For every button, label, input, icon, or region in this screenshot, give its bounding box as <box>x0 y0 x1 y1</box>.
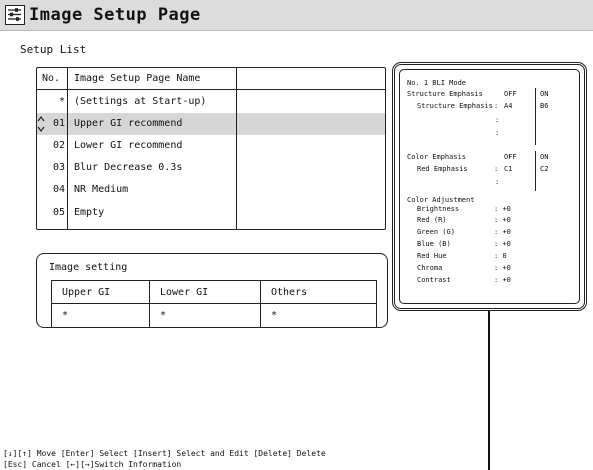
row-name: NR Medium <box>74 184 129 195</box>
structure-off-value: A4 <box>504 102 513 110</box>
colon: : <box>494 102 499 110</box>
color-on-value: C2 <box>540 165 549 173</box>
blue-value: +0 <box>502 240 511 248</box>
structure-on-label: ON <box>540 90 549 98</box>
column-header-name: Image Setup Page Name <box>74 73 201 84</box>
list-row[interactable]: * (Settings at Start-up) <box>37 91 385 113</box>
settings-sliders-icon <box>5 5 25 25</box>
list-row[interactable]: 05 Empty <box>37 202 385 224</box>
row-number: 04 <box>52 184 65 195</box>
on-off-divider <box>535 151 536 191</box>
adjustment-name: Blue (B) <box>417 240 451 248</box>
row-name: Upper GI recommend <box>74 118 183 129</box>
adjustment-value: : +0 <box>494 205 511 213</box>
color-adjustment-label: Color Adjustment <box>407 196 475 204</box>
on-off-divider <box>535 88 536 145</box>
value-lower-gi: * <box>160 310 167 321</box>
adjustment-name: Chroma <box>417 264 443 272</box>
setup-list-table: No. Image Setup Page Name * (Settings at… <box>36 67 386 230</box>
image-setting-others[interactable]: Others * <box>261 281 376 328</box>
adjustment-name: Red Hue <box>417 252 447 260</box>
adjustment-name: Contrast <box>417 276 451 284</box>
green-value: +0 <box>502 228 511 236</box>
row-number: 01 <box>52 118 65 129</box>
adjustment-value: : +0 <box>494 240 511 248</box>
color-on-label: ON <box>540 153 549 161</box>
color-off-label: OFF <box>504 153 517 161</box>
list-row[interactable]: 03 Blur Decrease 0.3s <box>37 157 385 179</box>
mode-info-panel: No. 1 BLI Mode Structure Emphasis OFF ON… <box>392 62 587 311</box>
adjustment-name: Brightness <box>417 205 460 213</box>
image-setting-upper-gi[interactable]: Upper GI * <box>52 281 149 328</box>
callout-pointer-line <box>488 311 490 470</box>
mode-title: No. 1 BLI Mode <box>407 79 467 87</box>
column-header-others: Others <box>271 287 308 298</box>
row-name: Lower GI recommend <box>74 140 183 151</box>
adjustment-name: Green (G) <box>417 228 455 236</box>
image-setting-panel: Image setting Upper GI * Lower GI * Othe… <box>36 253 388 328</box>
page-title: Image Setup Page <box>29 5 201 25</box>
row-name: Empty <box>74 207 105 218</box>
image-setting-label: Image setting <box>49 262 128 273</box>
adjustment-value: : +0 <box>494 276 511 284</box>
column-header-lower-gi: Lower GI <box>160 287 209 298</box>
color-emphasis-label: Color Emphasis <box>407 153 467 161</box>
adjustment-value: : +0 <box>494 228 511 236</box>
adjustment-value: : +0 <box>494 216 511 224</box>
column-header-no: No. <box>42 73 61 84</box>
column-header-upper-gi: Upper GI <box>62 287 111 298</box>
key-help: [↓][↑] Move [Enter] Select [Insert] Sele… <box>3 448 326 470</box>
row-number: 05 <box>52 207 65 218</box>
row-number: * <box>58 96 65 107</box>
color-off-value: C1 <box>504 165 513 173</box>
colon: : <box>494 165 499 173</box>
adjustment-value: : +0 <box>494 264 511 272</box>
key-help-line-2: [Esc] Cancel [←][→]Switch Information <box>3 460 182 469</box>
structure-off-label: OFF <box>504 90 517 98</box>
contrast-value: +0 <box>502 276 511 284</box>
image-setting-lower-gi[interactable]: Lower GI * <box>150 281 260 328</box>
red-hue-value: 0 <box>502 252 507 260</box>
row-name: Blur Decrease 0.3s <box>74 162 183 173</box>
key-help-line-1: [↓][↑] Move [Enter] Select [Insert] Sele… <box>3 449 326 458</box>
structure-sub-label: Structure Emphasis <box>417 102 493 110</box>
value-upper-gi: * <box>62 310 69 321</box>
column-divider <box>236 68 237 229</box>
row-name: (Settings at Start-up) <box>74 96 207 107</box>
list-row[interactable]: 02 Lower GI recommend <box>37 135 385 157</box>
adjustment-value: : 0 <box>494 252 507 260</box>
column-divider <box>67 68 68 229</box>
structure-emphasis-label: Structure Emphasis <box>407 90 483 98</box>
list-row[interactable]: 04 NR Medium <box>37 179 385 201</box>
ellipsis-dot: : <box>495 129 500 137</box>
image-setting-grid: Upper GI * Lower GI * Others * <box>51 280 377 328</box>
list-row-selected[interactable]: 01 Upper GI recommend <box>37 113 385 135</box>
red-value: +0 <box>502 216 511 224</box>
row-number: 02 <box>52 140 65 151</box>
title-bar: Image Setup Page <box>0 0 593 31</box>
value-others: * <box>271 310 278 321</box>
ellipsis-dot: : <box>495 178 500 186</box>
color-sub-label: Red Emphasis <box>417 165 468 173</box>
brightness-value: +0 <box>502 205 511 213</box>
ellipsis-dot: : <box>495 116 500 124</box>
structure-on-value: B6 <box>540 102 549 110</box>
list-header: No. Image Setup Page Name <box>37 68 385 90</box>
row-number: 03 <box>52 162 65 173</box>
adjustment-name: Red (R) <box>417 216 447 224</box>
chroma-value: +0 <box>502 264 511 272</box>
setup-list-label: Setup List <box>20 43 87 56</box>
